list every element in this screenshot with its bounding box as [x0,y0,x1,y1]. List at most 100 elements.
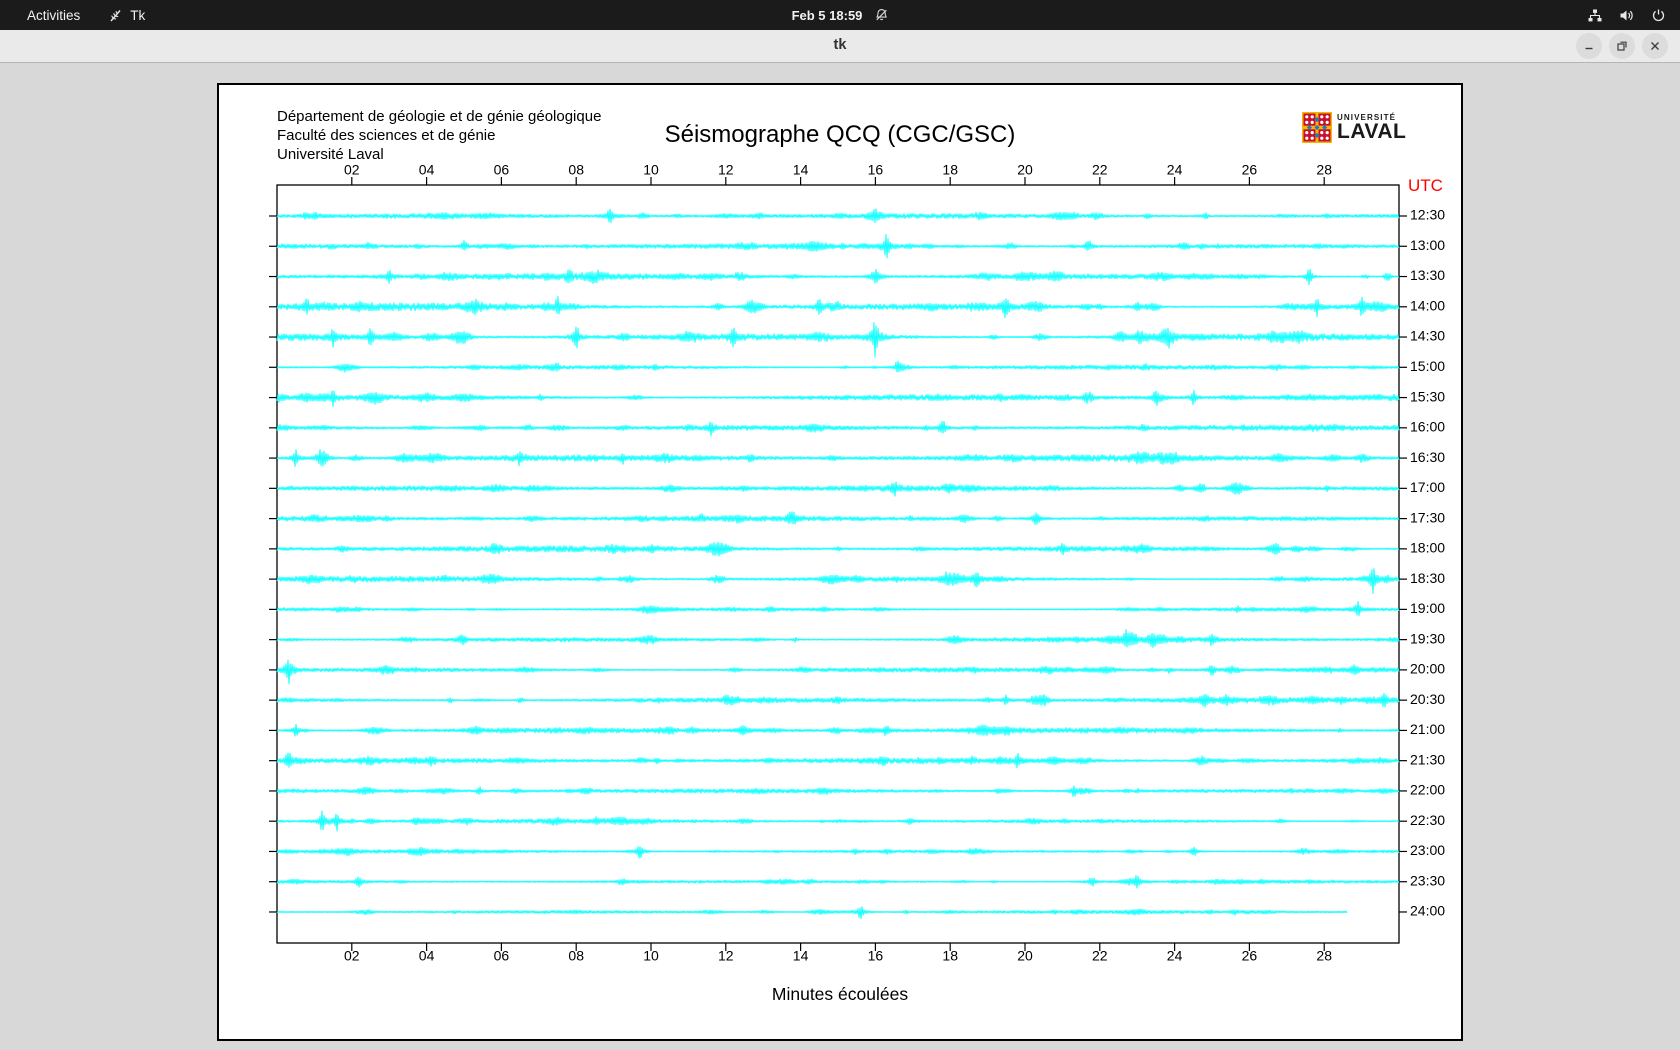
x-tick-label-bottom: 04 [419,948,435,964]
x-tick-label-bottom: 08 [568,948,584,964]
seismogram-trace [276,449,1400,467]
x-axis-title: Minutes écoulées [771,984,909,1004]
utc-axis-label: UTC [1408,176,1443,195]
x-tick-label-top: 12 [718,162,734,178]
x-tick-label-bottom: 28 [1316,948,1332,964]
seismogram-trace [276,692,1400,708]
notifications-disabled-icon [874,8,888,22]
x-tick-label-top: 02 [344,162,360,178]
trace-time-label: 21:30 [1410,751,1445,767]
app-menu[interactable]: Tk [94,0,159,30]
x-tick-label-bottom: 26 [1242,948,1258,964]
seismogram-trace [276,511,1400,525]
trace-time-label: 13:00 [1410,237,1445,253]
top-bar: Activities Tk Feb 5 18:59 [0,0,1680,30]
minimize-button[interactable] [1576,33,1602,59]
seismogram-trace [276,659,1400,685]
seismogram-trace [276,600,1400,616]
trace-time-label: 16:00 [1410,419,1445,435]
window-content: Département de géologie et de génie géol… [0,63,1680,1050]
window-titlebar: tk [0,30,1680,63]
seismogram-trace [276,481,1400,497]
helicorder-plot: 02 02 04 04 06 06 08 08 10 10 12 12 14 14 16 16 18 18 20 20… [269,162,1445,964]
trace-time-label: 20:30 [1410,691,1445,707]
trace-time-label: 14:00 [1410,297,1445,313]
close-button[interactable] [1642,33,1668,59]
x-tick-label-top: 14 [793,162,809,178]
activities-button[interactable]: Activities [0,0,94,30]
trace-time-label: 23:30 [1410,872,1445,888]
x-tick-label-bottom: 02 [344,948,360,964]
x-tick-label-top: 08 [568,162,584,178]
x-tick-label-bottom: 18 [942,948,958,964]
trace-time-label: 12:30 [1410,207,1445,223]
x-tick-label-bottom: 22 [1092,948,1108,964]
seismograph-canvas: Département de géologie et de génie géol… [217,83,1463,1041]
trace-time-label: 23:00 [1410,842,1445,858]
x-tick-label-bottom: 10 [643,948,659,964]
trace-time-label: 18:30 [1410,570,1445,586]
trace-time-label: 19:30 [1410,630,1445,646]
trace-time-label: 17:00 [1410,479,1445,495]
tk-feather-icon [108,8,123,23]
trace-time-label: 21:00 [1410,721,1445,737]
x-tick-label-top: 22 [1092,162,1108,178]
seismogram-trace [276,906,1348,920]
seismogram-trace [276,420,1400,437]
x-tick-label-top: 28 [1316,162,1332,178]
x-tick-label-top: 04 [419,162,435,178]
trace-time-label: 19:00 [1410,600,1445,616]
x-tick-label-top: 20 [1017,162,1033,178]
x-tick-label-top: 18 [942,162,958,178]
trace-time-label: 13:30 [1410,267,1445,283]
x-tick-label-top: 16 [868,162,884,178]
trace-time-label: 17:30 [1410,509,1445,525]
x-tick-label-top: 26 [1242,162,1258,178]
network-icon [1587,8,1603,23]
seismogram-trace [276,785,1400,797]
trace-time-label: 22:30 [1410,812,1445,828]
seismogram-trace [276,360,1400,373]
x-tick-label-bottom: 14 [793,948,809,964]
window-title: tk [833,37,847,53]
close-icon [1651,42,1659,50]
seismogram-trace [276,846,1400,859]
x-tick-label-bottom: 12 [718,948,734,964]
minimize-icon [1585,47,1593,50]
system-status-area[interactable] [1587,0,1666,30]
trace-time-label: 24:00 [1410,903,1445,919]
trace-time-label: 16:30 [1410,449,1445,465]
seismogram-trace [276,208,1400,224]
power-icon [1651,8,1666,23]
trace-time-label: 15:30 [1410,388,1445,404]
seismogram-trace [276,752,1400,769]
x-tick-label-top: 10 [643,162,659,178]
x-tick-label-top: 06 [494,162,510,178]
seismogram-trace [276,322,1400,358]
trace-time-label: 22:00 [1410,782,1445,798]
app-menu-label: Tk [130,7,146,23]
trace-time-label: 15:00 [1410,358,1445,374]
seismogram-trace [276,268,1400,286]
seismogram-trace [276,541,1400,557]
x-tick-label-bottom: 06 [494,948,510,964]
seismogram-trace [276,629,1400,648]
x-tick-label-bottom: 24 [1167,948,1183,964]
clock-menu[interactable]: Feb 5 18:59 [792,0,889,30]
seismogram-trace [276,389,1400,407]
clock-label: Feb 5 18:59 [791,7,863,23]
trace-time-label: 14:30 [1410,328,1445,344]
x-tick-label-top: 24 [1167,162,1183,178]
maximize-button[interactable] [1609,33,1635,59]
seismogram-trace [276,234,1400,259]
seismogram-trace [276,875,1400,889]
maximize-icon [1617,41,1627,51]
seismogram-trace [276,724,1400,737]
seismogram-trace [276,568,1400,594]
trace-time-label: 20:00 [1410,661,1445,677]
trace-time-label: 18:00 [1410,540,1445,556]
seismogram-trace [276,296,1400,319]
x-tick-label-bottom: 20 [1017,948,1033,964]
x-tick-label-bottom: 16 [868,948,884,964]
seismogram-trace [276,810,1400,832]
